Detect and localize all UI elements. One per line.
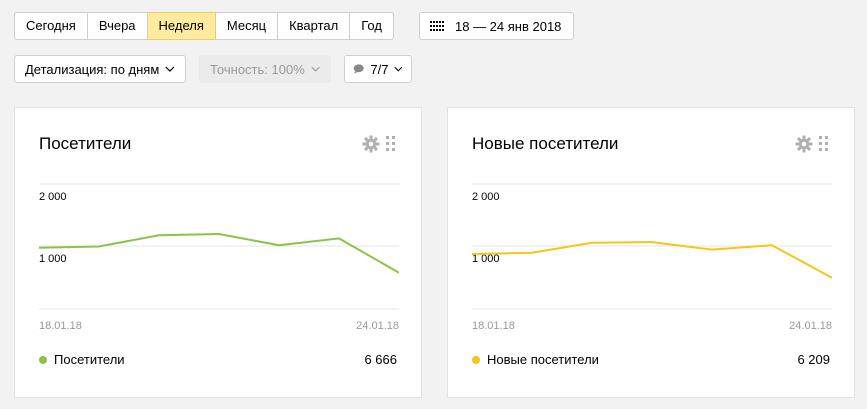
total-value: 6 209: [797, 352, 830, 367]
calendar-icon: [430, 20, 445, 32]
y-tick-label: 2 000: [472, 191, 500, 203]
x-tick-label: 18.01.18: [39, 320, 82, 332]
chevron-down-icon: [311, 66, 320, 72]
date-range-label: 18 — 24 янв 2018: [455, 18, 562, 34]
period-week-button[interactable]: Неделя: [147, 12, 216, 40]
legend-dot: [39, 355, 47, 364]
segments-dropdown-label: 7/7: [370, 61, 389, 77]
visitors-chart: 2 000 1 000 18.01.18 24.01.18: [39, 183, 399, 332]
accuracy-dropdown: Точность: 100%: [199, 55, 331, 83]
detail-dropdown[interactable]: Детализация: по дням: [14, 55, 186, 83]
x-tick-label: 24.01.18: [356, 320, 399, 332]
detail-dropdown-label: Детализация: по дням: [25, 61, 160, 77]
new-visitors-widget: Новые посетители 2 000 1 000 18.01.18 24…: [447, 107, 855, 398]
gear-icon[interactable]: [362, 135, 380, 153]
visitors-widget: Посетители 2 000 1 000 18.01.18 24.01.18…: [14, 107, 422, 398]
gear-icon[interactable]: [795, 135, 813, 153]
date-range-button[interactable]: 18 — 24 янв 2018: [419, 12, 574, 40]
chart-legend: Новые посетители: [472, 352, 599, 367]
widget-title: Посетители: [39, 134, 132, 153]
drag-handle-icon[interactable]: [819, 135, 829, 153]
comment-bubble-icon: [353, 64, 364, 74]
series-line-visitors: [39, 232, 399, 274]
accuracy-dropdown-label: Точность: 100%: [210, 61, 305, 77]
period-month-button[interactable]: Месяц: [215, 12, 279, 40]
widget-title: Новые посетители: [472, 134, 619, 153]
period-quarter-button[interactable]: Квартал: [278, 12, 351, 40]
chevron-down-icon: [165, 66, 175, 72]
segments-dropdown[interactable]: 7/7: [344, 55, 412, 83]
drag-handle-icon[interactable]: [386, 135, 396, 153]
period-today-button[interactable]: Сегодня: [14, 12, 88, 40]
period-yesterday-button[interactable]: Вчера: [87, 12, 148, 40]
total-value: 6 666: [364, 352, 397, 367]
chart-legend: Посетители: [39, 352, 125, 367]
legend-label: Новые посетители: [487, 352, 599, 367]
legend-label: Посетители: [54, 352, 125, 367]
legend-dot: [472, 355, 480, 364]
series-line-new-visitors: [472, 241, 832, 279]
chevron-down-icon: [394, 66, 403, 72]
x-tick-label: 24.01.18: [789, 320, 832, 332]
period-selector: Сегодня Вчера Неделя Месяц Квартал Год: [14, 12, 394, 40]
period-year-button[interactable]: Год: [350, 12, 394, 40]
y-tick-label: 1 000: [39, 253, 67, 265]
x-tick-label: 18.01.18: [472, 320, 515, 332]
new-visitors-chart: 2 000 1 000 18.01.18 24.01.18: [472, 183, 832, 332]
y-tick-label: 2 000: [39, 191, 67, 203]
